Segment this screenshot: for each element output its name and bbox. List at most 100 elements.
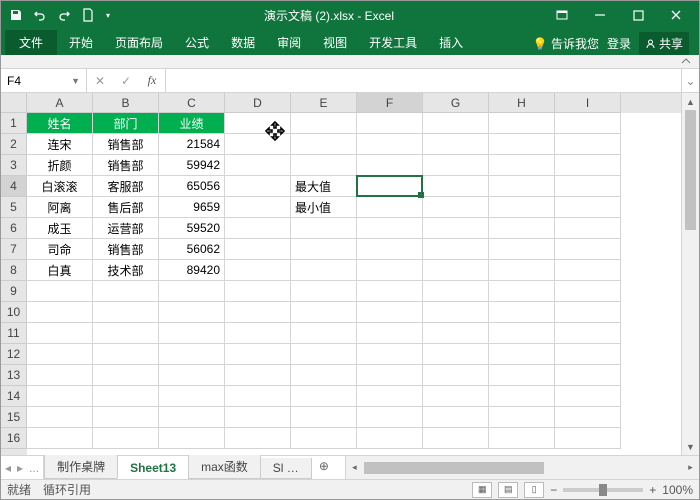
cell-I11[interactable]	[555, 323, 621, 344]
cell-D9[interactable]	[225, 281, 291, 302]
cell-A10[interactable]	[27, 302, 93, 323]
cell-D5[interactable]	[225, 197, 291, 218]
row-header-6[interactable]: 6	[1, 218, 27, 239]
tab-view[interactable]: 视图	[313, 30, 357, 55]
cell-C12[interactable]	[159, 344, 225, 365]
ribbon-collapse[interactable]	[1, 55, 699, 69]
cell-H13[interactable]	[489, 365, 555, 386]
cells-container[interactable]: 姓名部门业绩连宋销售部21584折颜销售部59942白滚滚客服部65056阿离售…	[27, 113, 681, 455]
sheet-next-icon[interactable]: ▸	[17, 461, 23, 475]
zoom-level[interactable]: 100%	[662, 483, 693, 497]
cell-C3[interactable]: 59942	[159, 155, 225, 176]
cell-B8[interactable]: 技术部	[93, 260, 159, 281]
tab-review[interactable]: 审阅	[267, 30, 311, 55]
cell-G15[interactable]	[423, 407, 489, 428]
view-pagebreak-icon[interactable]: ▯	[524, 482, 544, 498]
cell-F8[interactable]	[357, 260, 423, 281]
cell-C8[interactable]: 89420	[159, 260, 225, 281]
cell-D14[interactable]	[225, 386, 291, 407]
cell-G9[interactable]	[423, 281, 489, 302]
cancel-formula-icon[interactable]: ✕	[87, 74, 113, 88]
col-header-A[interactable]: A	[27, 93, 93, 113]
sheet-tab[interactable]: Sl …	[260, 458, 312, 479]
cell-F12[interactable]	[357, 344, 423, 365]
cell-E14[interactable]	[291, 386, 357, 407]
cell-C1[interactable]: 业绩	[159, 113, 225, 134]
cell-D2[interactable]	[225, 134, 291, 155]
row-header-10[interactable]: 10	[1, 302, 27, 323]
cell-D16[interactable]	[225, 428, 291, 449]
cell-E15[interactable]	[291, 407, 357, 428]
tab-developer[interactable]: 开发工具	[359, 30, 427, 55]
cell-G14[interactable]	[423, 386, 489, 407]
cell-B11[interactable]	[93, 323, 159, 344]
cell-D1[interactable]	[225, 113, 291, 134]
tab-file[interactable]: 文件	[5, 30, 57, 55]
row-header-2[interactable]: 2	[1, 134, 27, 155]
cell-F4[interactable]	[357, 176, 423, 197]
vscroll-thumb[interactable]	[685, 110, 696, 230]
sheet-tab[interactable]: max函数	[188, 455, 261, 479]
cell-E6[interactable]	[291, 218, 357, 239]
cell-A12[interactable]	[27, 344, 93, 365]
cell-F16[interactable]	[357, 428, 423, 449]
cell-G13[interactable]	[423, 365, 489, 386]
cell-A14[interactable]	[27, 386, 93, 407]
cell-F7[interactable]	[357, 239, 423, 260]
name-box-input[interactable]	[7, 74, 59, 88]
cell-C14[interactable]	[159, 386, 225, 407]
cell-A7[interactable]: 司命	[27, 239, 93, 260]
cell-B10[interactable]	[93, 302, 159, 323]
add-sheet-icon[interactable]: ⊕	[311, 456, 337, 479]
row-header-9[interactable]: 9	[1, 281, 27, 302]
cell-D10[interactable]	[225, 302, 291, 323]
sheet-prev-icon[interactable]: ◂	[5, 461, 11, 475]
cell-E8[interactable]	[291, 260, 357, 281]
cell-I4[interactable]	[555, 176, 621, 197]
cell-A3[interactable]: 折颜	[27, 155, 93, 176]
cell-C7[interactable]: 56062	[159, 239, 225, 260]
cell-H12[interactable]	[489, 344, 555, 365]
cell-E1[interactable]	[291, 113, 357, 134]
cell-D13[interactable]	[225, 365, 291, 386]
cell-F3[interactable]	[357, 155, 423, 176]
cell-F11[interactable]	[357, 323, 423, 344]
formula-input[interactable]	[166, 69, 681, 92]
cell-G1[interactable]	[423, 113, 489, 134]
cell-I2[interactable]	[555, 134, 621, 155]
cell-G16[interactable]	[423, 428, 489, 449]
cell-F15[interactable]	[357, 407, 423, 428]
row-header-12[interactable]: 12	[1, 344, 27, 365]
cell-E7[interactable]	[291, 239, 357, 260]
cell-H10[interactable]	[489, 302, 555, 323]
worksheet-grid[interactable]: ABCDEFGHI 12345678910111213141516 姓名部门业绩…	[1, 93, 699, 455]
cell-B2[interactable]: 销售部	[93, 134, 159, 155]
view-layout-icon[interactable]: ▤	[498, 482, 518, 498]
scroll-up-icon[interactable]: ▲	[682, 93, 699, 110]
cell-G8[interactable]	[423, 260, 489, 281]
row-header-15[interactable]: 15	[1, 407, 27, 428]
cell-D12[interactable]	[225, 344, 291, 365]
zoom-handle[interactable]	[599, 484, 607, 496]
cell-H4[interactable]	[489, 176, 555, 197]
cell-G2[interactable]	[423, 134, 489, 155]
cell-C9[interactable]	[159, 281, 225, 302]
cell-E10[interactable]	[291, 302, 357, 323]
cell-H3[interactable]	[489, 155, 555, 176]
cell-E13[interactable]	[291, 365, 357, 386]
col-header-C[interactable]: C	[159, 93, 225, 113]
cell-A13[interactable]	[27, 365, 93, 386]
cell-I12[interactable]	[555, 344, 621, 365]
cell-I7[interactable]	[555, 239, 621, 260]
cell-C5[interactable]: 9659	[159, 197, 225, 218]
cell-F13[interactable]	[357, 365, 423, 386]
cell-I5[interactable]	[555, 197, 621, 218]
zoom-out-icon[interactable]: −	[550, 483, 557, 497]
cell-B12[interactable]	[93, 344, 159, 365]
cell-D11[interactable]	[225, 323, 291, 344]
cell-I15[interactable]	[555, 407, 621, 428]
cell-E9[interactable]	[291, 281, 357, 302]
cell-F1[interactable]	[357, 113, 423, 134]
cell-D4[interactable]	[225, 176, 291, 197]
cell-A8[interactable]: 白真	[27, 260, 93, 281]
